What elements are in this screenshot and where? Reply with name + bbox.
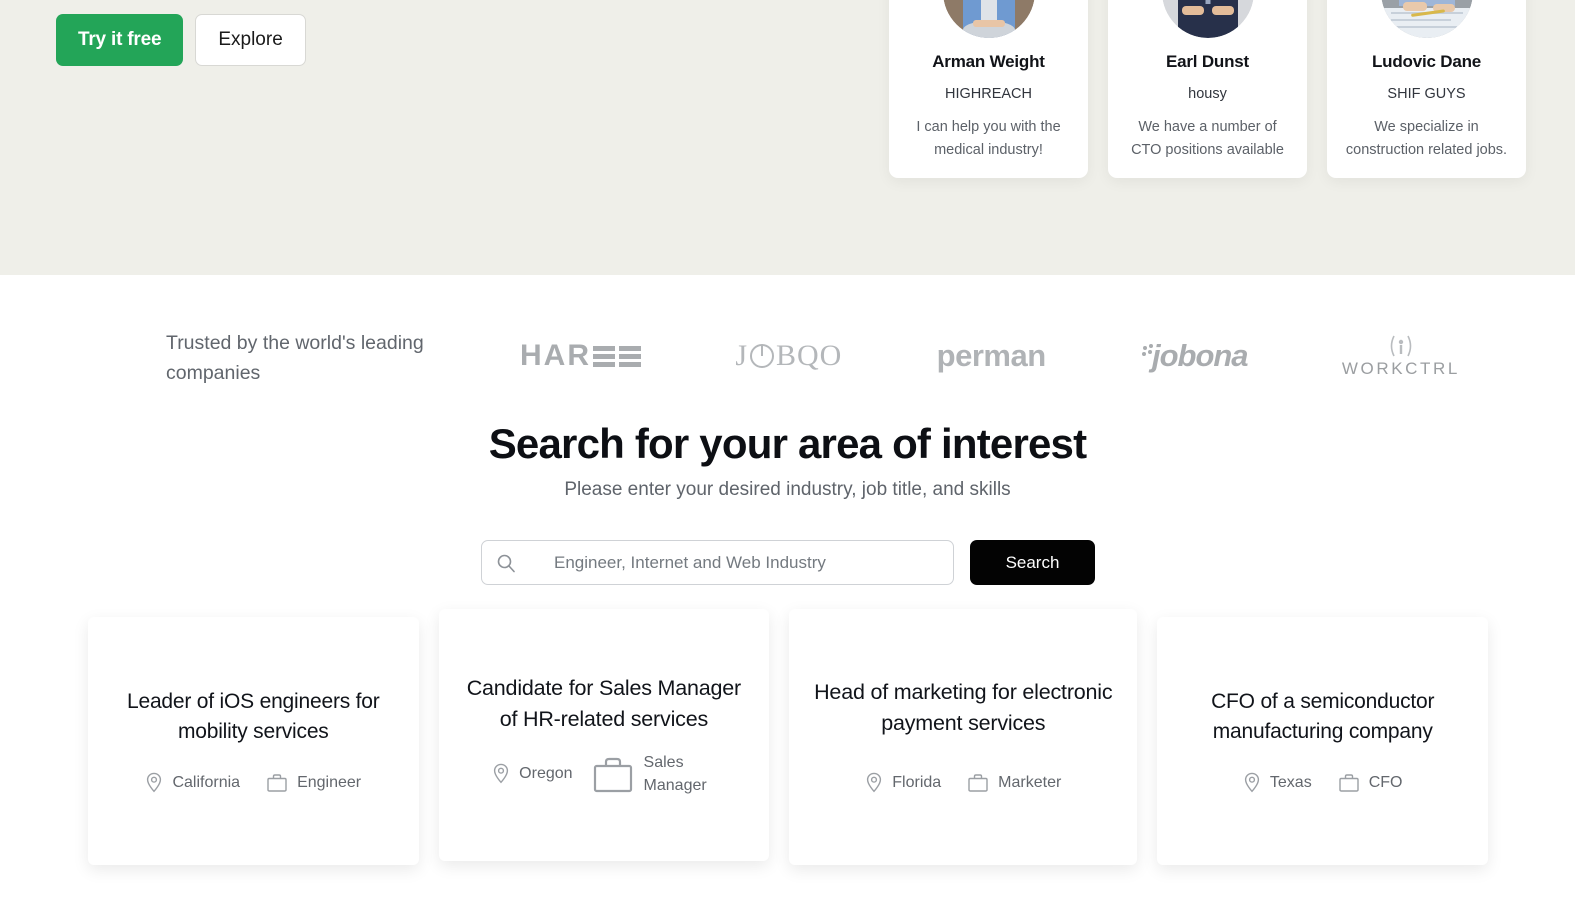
job-role-label: Engineer [297,773,362,791]
partner-logo-strip: HAR J BQO perman jobona WORKCTRL [520,325,1460,387]
job-role-label: Marketer [998,773,1062,791]
recruiter-name: Ludovic Dane [1371,52,1482,71]
job-role-label: Sales Manager [643,753,707,794]
recruiter-card-list: Arman Weight HIGHREACH I can help you wi… [889,0,1526,179]
briefcase-icon [593,757,632,792]
briefcase-icon [1339,774,1359,792]
avatar [942,0,1035,38]
job-role-label: CFO [1368,773,1403,791]
search-input[interactable] [554,552,939,573]
try-it-free-button[interactable]: Try it free [56,14,184,66]
job-title: Leader of iOS engineers for mobility ser… [126,690,380,743]
avatar [1161,0,1254,38]
recruiter-name: Arman Weight [932,52,1045,71]
workctrl-logo-text: WORKCTRL [1341,359,1460,378]
job-card[interactable]: Candidate for Sales Manager of HR-relate… [438,609,770,861]
job-location-label: California [172,773,241,791]
job-card[interactable]: Leader of iOS engineers for mobility ser… [88,617,419,865]
briefcase-icon [968,774,988,792]
trusted-by-label: Trusted by the world's leading companies [166,332,424,385]
jobqo-logo: J BQO [735,339,843,372]
location-pin-icon [1244,772,1260,793]
recruiter-company: SHIF GUYS [1387,86,1466,102]
job-location: Texas [1243,772,1312,793]
job-location: Florida [865,772,941,793]
job-meta: Texas CFO [1179,772,1466,793]
job-title: Candidate for Sales Manager of HR-relate… [466,676,741,731]
job-card[interactable]: Head of marketing for electronic payment… [789,609,1138,865]
jobona-logo: jobona [1140,338,1249,374]
recruiter-quote: We specialize in construction related jo… [1345,119,1508,159]
job-role: Engineer [266,772,361,793]
job-role: Sales Manager [591,751,716,797]
recruiter-company: HIGHREACH [944,86,1032,102]
recruiter-quote: I can help you with the medical industry… [916,119,1061,159]
haree-logo: HAR [520,339,641,373]
avatar [1380,0,1473,38]
perman-logo: perman [936,338,1046,373]
job-location-label: Texas [1269,773,1312,791]
job-title: CFO of a semiconductor manufacturing com… [1211,690,1435,743]
job-location: California [145,772,240,793]
recruiter-card[interactable]: Arman Weight HIGHREACH I can help you wi… [889,0,1088,179]
job-role: Marketer [967,772,1061,793]
recruiter-company: housy [1188,86,1227,102]
search-icon [497,554,515,572]
job-meta: Florida Marketer [811,772,1115,793]
hero-cta-group: Try it free Explore [56,14,306,66]
recruiter-card[interactable]: Earl Dunst housy We have a number of CTO… [1108,0,1307,179]
search-button[interactable]: Search [970,540,1095,585]
workctrl-logo: WORKCTRL [1342,333,1460,379]
job-card[interactable]: CFO of a semiconductor manufacturing com… [1157,617,1488,865]
recruiter-card[interactable]: Ludovic Dane SHIF GUYS We specialize in … [1327,0,1526,179]
recruiter-quote: We have a number of CTO positions availa… [1131,119,1284,159]
job-location-label: Florida [892,773,942,791]
location-pin-icon [147,772,162,793]
location-pin-icon [867,772,882,793]
job-card-list: Leader of iOS engineers for mobility ser… [88,609,1488,865]
search-field[interactable] [481,540,954,585]
job-location-label: Oregon [519,764,573,782]
job-role: CFO [1338,772,1403,793]
page-title: Search for your area of interest [488,420,1087,467]
job-title: Head of marketing for electronic payment… [814,680,1113,735]
location-pin-icon [494,764,509,784]
landing-page: Try it free Explore Arman Weight HIGHREA… [0,0,1575,901]
job-location: Oregon [492,763,573,784]
recruiter-name: Earl Dunst [1165,52,1250,71]
explore-button[interactable]: Explore [195,14,306,66]
job-meta: Oregon Sales Manager [461,751,748,797]
page-subtitle: Please enter your desired industry, job … [564,479,1011,500]
briefcase-icon [267,774,287,792]
search-row: Search [481,540,1095,585]
job-meta: California Engineer [110,772,397,793]
